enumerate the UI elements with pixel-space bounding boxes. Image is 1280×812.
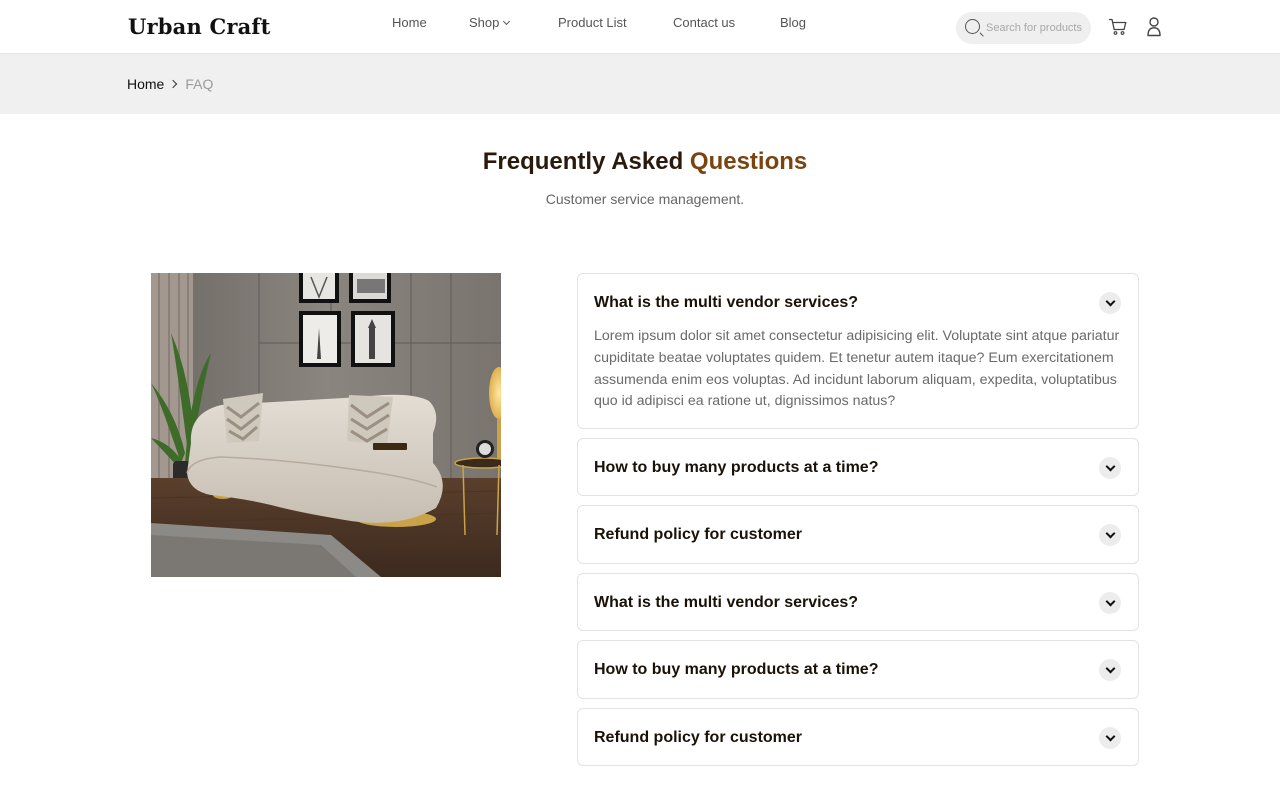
chevron-down-icon[interactable] xyxy=(1099,659,1121,681)
faq-question[interactable]: How to buy many products at a time? xyxy=(594,661,878,679)
page-subtitle: Customer service management. xyxy=(545,191,745,207)
nav-contact[interactable]: Contact us xyxy=(673,15,735,30)
faq-question[interactable]: What is the multi vendor services? xyxy=(594,294,858,312)
chevron-down-icon[interactable] xyxy=(1099,727,1121,749)
breadcrumb-bar: Home FAQ xyxy=(0,54,1280,114)
chevron-down-icon xyxy=(503,17,511,26)
faq-question[interactable]: What is the multi vendor services? xyxy=(594,594,858,612)
title-part-2: Questions xyxy=(689,148,808,175)
faq-question[interactable]: Refund policy for customer xyxy=(594,729,802,747)
breadcrumb-current: FAQ xyxy=(185,76,214,92)
breadcrumb: Home FAQ xyxy=(127,76,213,92)
nav-shop-label: Shop xyxy=(469,15,500,30)
faq-item-1[interactable]: What is the multi vendor services? Lorem… xyxy=(577,273,1139,429)
nav-product-list[interactable]: Product List xyxy=(558,15,627,30)
chevron-down-icon[interactable] xyxy=(1099,457,1121,479)
search-input[interactable] xyxy=(986,20,1086,36)
title-part-1: Frequently Asked xyxy=(482,148,684,175)
user-icon[interactable] xyxy=(1144,16,1164,37)
faq-item-4[interactable]: What is the multi vendor services? xyxy=(577,573,1139,631)
faq-item-3[interactable]: Refund policy for customer xyxy=(577,505,1139,564)
site-header: Urban Craft Home Shop Product List Conta… xyxy=(0,0,1280,54)
breadcrumb-home[interactable]: Home xyxy=(127,76,164,92)
page-title: Frequently Asked Questions xyxy=(0,148,1280,176)
chevron-down-icon[interactable] xyxy=(1099,592,1121,614)
chevron-down-icon[interactable] xyxy=(1099,524,1121,546)
chevron-right-icon xyxy=(169,79,178,89)
faq-item-6[interactable]: Refund policy for customer xyxy=(577,708,1139,766)
nav-blog[interactable]: Blog xyxy=(780,15,806,30)
chevron-down-icon[interactable] xyxy=(1099,292,1121,314)
cart-icon[interactable] xyxy=(1108,17,1128,37)
faq-question[interactable]: How to buy many products at a time? xyxy=(594,459,878,477)
faq-answer: Lorem ipsum dolor sit amet consectetur a… xyxy=(594,328,1120,410)
nav-shop[interactable]: Shop xyxy=(469,15,511,30)
sofa-living-room-image xyxy=(151,273,501,577)
nav-home[interactable]: Home xyxy=(392,15,427,30)
faq-item-2[interactable]: How to buy many products at a time? xyxy=(577,438,1139,496)
search-box xyxy=(956,12,1091,44)
faq-item-5[interactable]: How to buy many products at a time? xyxy=(577,640,1139,699)
faq-question[interactable]: Refund policy for customer xyxy=(594,526,802,544)
search-icon[interactable] xyxy=(965,19,980,34)
